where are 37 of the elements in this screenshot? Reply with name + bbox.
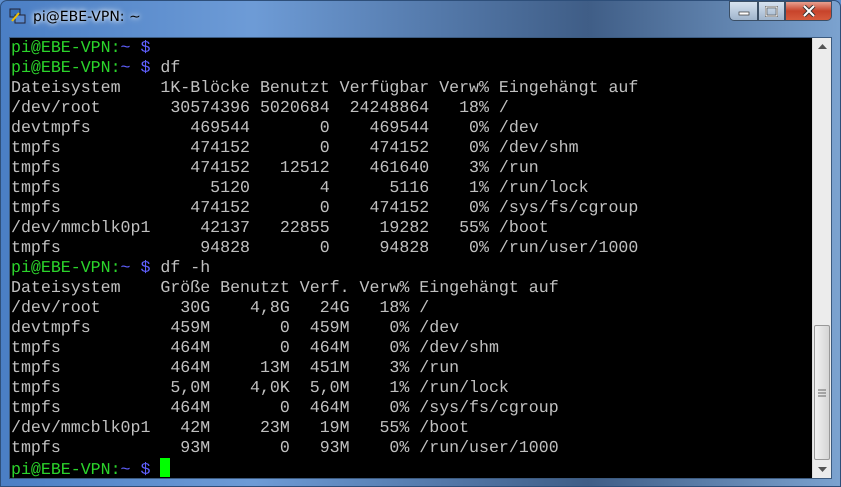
output-line: tmpfs 464M 0 464M 0% /dev/shm bbox=[11, 338, 499, 357]
output-line: /dev/mmcblk0p1 42M 23M 19M 55% /boot bbox=[11, 418, 470, 437]
output-line: /dev/root 30574396 5020684 24248864 18% / bbox=[11, 98, 509, 117]
window-title: pi@EBE-VPN: ~ bbox=[33, 8, 141, 27]
close-button[interactable] bbox=[785, 1, 832, 21]
prompt-path: ~ $ bbox=[120, 38, 150, 57]
maximize-button[interactable] bbox=[758, 1, 785, 21]
output-line: tmpfs 5120 4 5116 1% /run/lock bbox=[11, 178, 589, 197]
prompt-host: pi@EBE-VPN: bbox=[11, 258, 121, 277]
output-line: tmpfs 464M 0 464M 0% /sys/fs/cgroup bbox=[11, 398, 559, 417]
prompt-host: pi@EBE-VPN: bbox=[11, 38, 121, 57]
output-line: tmpfs 464M 13M 451M 3% /run bbox=[11, 358, 460, 377]
scrollbar-thumb[interactable] bbox=[814, 325, 830, 460]
prompt-path: ~ $ bbox=[120, 258, 150, 277]
output-line: tmpfs 93M 0 93M 0% /run/user/1000 bbox=[11, 438, 559, 457]
output-line: /dev/mmcblk0p1 42137 22855 19282 55% /boot bbox=[11, 218, 549, 237]
output-line: tmpfs 474152 12512 461640 3% /run bbox=[11, 158, 539, 177]
output-line: Dateisystem 1K-Blöcke Benutzt Verfügbar Verw% Eingehängt auf bbox=[11, 78, 638, 97]
output-line: tmpfs 474152 0 474152 0% /sys/fs/cgroup bbox=[11, 198, 638, 217]
grip-icon bbox=[818, 388, 826, 396]
output-line: tmpfs 5,0M 4,0K 5,0M 1% /run/lock bbox=[11, 378, 509, 397]
app-icon bbox=[9, 7, 27, 25]
output-line: /dev/root 30G 4,8G 24G 18% / bbox=[11, 298, 430, 317]
output-line: devtmpfs 459M 0 459M 0% /dev bbox=[11, 318, 460, 337]
command-text: df bbox=[160, 58, 180, 77]
prompt-host: pi@EBE-VPN: bbox=[11, 58, 121, 77]
prompt-host: pi@EBE-VPN: bbox=[11, 460, 121, 478]
output-line: tmpfs 94828 0 94828 0% /run/user/1000 bbox=[11, 238, 638, 257]
minimize-button[interactable] bbox=[729, 1, 758, 21]
maximize-icon bbox=[765, 6, 778, 16]
prompt-path: ~ $ bbox=[120, 58, 150, 77]
prompt-path: ~ $ bbox=[120, 460, 150, 478]
command-text: df -h bbox=[160, 258, 210, 277]
close-icon bbox=[802, 5, 816, 17]
output-line: devtmpfs 469544 0 469544 0% /dev bbox=[11, 118, 539, 137]
output-line: Dateisystem Größe Benutzt Verf. Verw% Eingehängt auf bbox=[11, 278, 559, 297]
output-line: tmpfs 474152 0 474152 0% /dev/shm bbox=[11, 138, 579, 157]
